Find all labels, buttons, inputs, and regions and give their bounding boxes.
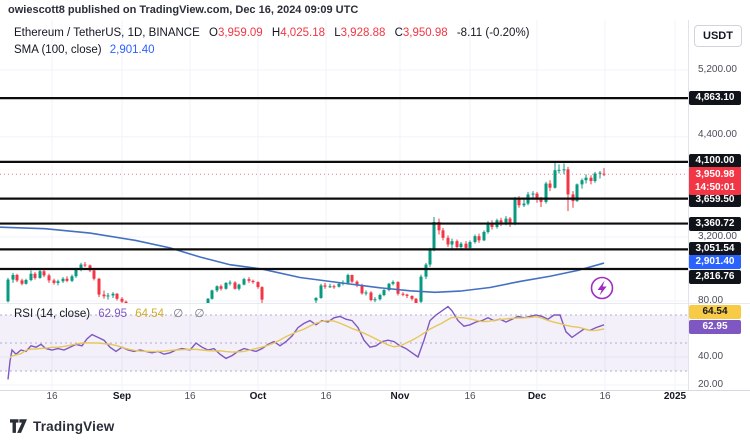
- change-value: -8.11 (-0.20%): [457, 27, 530, 39]
- time-axis-label: Sep: [100, 391, 144, 402]
- time-axis-label: 16: [448, 391, 492, 402]
- price-axis-label: 40.00: [698, 351, 748, 363]
- time-axis[interactable]: 16 Sep 16 Oct 16 Nov 16 Dec 16 2025: [0, 391, 689, 406]
- pane-separator: [0, 303, 750, 304]
- price-level-tag: 3,051.54: [689, 242, 741, 256]
- symbol-title: Ethereum / TetherUS, 1D, BINANCE: [14, 27, 200, 39]
- price-axis-label: 4,400.00: [698, 129, 748, 141]
- rsi-hline-placeholders: ∅ ∅: [173, 308, 208, 320]
- time-axis-label: 16: [168, 391, 212, 402]
- time-axis-label: Nov: [378, 391, 422, 402]
- rsi-legend[interactable]: RSI (14, close) 62.95 64.54 ∅ ∅: [14, 306, 208, 320]
- price-axis-label: 5,200.00: [698, 64, 748, 76]
- ohlc-open-label: O: [209, 27, 218, 39]
- ohlc-high-label: H: [272, 27, 280, 39]
- time-axis-label: 16: [583, 391, 627, 402]
- sma-legend[interactable]: SMA (100, close) 2,901.40: [14, 44, 155, 56]
- rsi-label: RSI (14, close): [14, 308, 90, 320]
- ohlc-close-label: C: [395, 27, 403, 39]
- bar-countdown: 14:50:01: [689, 181, 741, 194]
- sma-value: 2,901.40: [110, 44, 155, 56]
- price-level-tag: 3,659.50: [689, 193, 741, 207]
- price-axis-label: 20.00: [698, 379, 748, 391]
- price-chart-canvas[interactable]: [0, 0, 750, 445]
- tradingview-logo-text: TradingView: [33, 419, 114, 434]
- price-level-tag: 4,100.00: [689, 154, 741, 168]
- ohlc-open-value: 3,959.09: [218, 27, 263, 39]
- last-price-value: 3,950.98: [689, 168, 741, 181]
- ohlc-close-value: 3,950.98: [403, 27, 448, 39]
- support-resistance-levels[interactable]: [0, 98, 688, 269]
- time-axis-label: Oct: [236, 391, 280, 402]
- tradingview-logo-icon: [10, 419, 27, 434]
- last-price-tag: 3,950.98 14:50:01: [689, 167, 741, 195]
- price-level-tag: 4,863.10: [689, 91, 741, 105]
- time-axis-label: 2025: [653, 391, 689, 402]
- time-axis-label: 16: [30, 391, 74, 402]
- price-level-tag: 3,360.72: [689, 217, 741, 231]
- time-axis-label: Dec: [515, 391, 559, 402]
- instant-trade-lightning-button[interactable]: [592, 278, 613, 299]
- time-axis-label: 16: [304, 391, 348, 402]
- price-level-tag: 62.95: [689, 320, 741, 334]
- rsi-ma-value: 64.54: [135, 308, 164, 320]
- price-level-tag: 2,901.40: [689, 255, 741, 269]
- ohlc-low-value: 3,928.88: [341, 27, 386, 39]
- currency-toggle-button[interactable]: USDT: [694, 25, 742, 47]
- tradingview-footer[interactable]: TradingView: [10, 419, 114, 434]
- ohlc-high-value: 4,025.18: [280, 27, 325, 39]
- rsi-value: 62.95: [98, 308, 127, 320]
- symbol-legend[interactable]: Ethereum / TetherUS, 1D, BINANCE O3,959.…: [14, 27, 530, 39]
- sma-label: SMA (100, close): [14, 44, 102, 56]
- tradingview-chart-screenshot: owiescott8 published on TradingView.com,…: [0, 0, 750, 445]
- price-level-tag: 2,816.76: [689, 270, 741, 284]
- price-level-tag: 64.54: [689, 305, 741, 319]
